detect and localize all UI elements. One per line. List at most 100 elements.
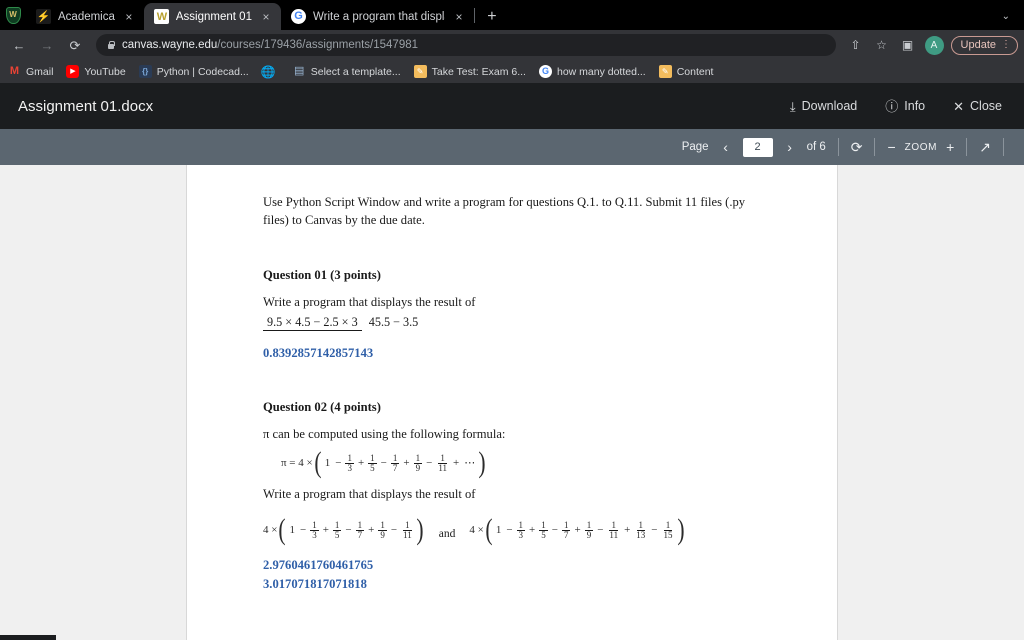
fraction-numerator: 1 bbox=[403, 520, 412, 532]
info-icon: ⓘ bbox=[885, 98, 899, 114]
bookmark-star-icon[interactable]: ☆ bbox=[870, 33, 894, 57]
rotate-icon[interactable]: ⟳ bbox=[851, 140, 863, 154]
close-button[interactable]: ✕ Close bbox=[953, 99, 1002, 113]
back-button[interactable]: ← bbox=[6, 32, 32, 58]
fraction-numerator: 1 bbox=[378, 520, 387, 532]
total-pages-label: of 6 bbox=[806, 141, 826, 153]
bookmark-youtube[interactable]: ▶ YouTube bbox=[66, 65, 126, 78]
math-operator: + bbox=[574, 523, 581, 536]
toolbar-divider bbox=[1003, 138, 1004, 156]
page-number-input[interactable]: 2 bbox=[742, 137, 773, 157]
fraction-denominator: 9 bbox=[415, 463, 421, 474]
math-fraction: 1 11 bbox=[401, 520, 414, 541]
fraction-denominator: 13 bbox=[636, 530, 646, 541]
math-operator: − bbox=[335, 456, 342, 469]
google-icon: G bbox=[538, 65, 552, 78]
bookmark-codecademy[interactable]: {} Python | Codecad... bbox=[138, 65, 249, 78]
info-button[interactable]: ⓘ Info bbox=[885, 99, 925, 113]
avatar[interactable]: A bbox=[924, 35, 944, 55]
download-label: Download bbox=[801, 99, 858, 113]
fraction-numerator: 1 bbox=[390, 453, 400, 465]
toolbar-divider bbox=[966, 138, 968, 156]
bookmark-label: Gmail bbox=[26, 65, 54, 78]
math-fraction: 1 11 bbox=[436, 453, 449, 474]
bookmark-take-test-exam-6[interactable]: ✎ Take Test: Exam 6... bbox=[413, 65, 526, 78]
math-term: 1 bbox=[495, 523, 502, 536]
bottom-strip bbox=[0, 635, 56, 640]
fullscreen-icon[interactable]: ↗ bbox=[979, 140, 991, 154]
toolbar-divider bbox=[874, 138, 876, 156]
chevron-down-icon[interactable]: ⌄ bbox=[996, 11, 1016, 22]
formula-a: 4 × ( 1−1 3 +1 5−1 7 +1 9−1 11 ) bbox=[263, 513, 425, 547]
question-02-formulas: 4 × ( 1−1 3 +1 5−1 7 +1 9−1 11 ) and 4 × ( 1−1 3… bbox=[263, 513, 763, 547]
forward-button[interactable]: → bbox=[34, 32, 60, 58]
bookmark-globe[interactable]: 🌐 bbox=[261, 65, 280, 78]
bookmark-gmail[interactable]: M Gmail bbox=[8, 65, 54, 78]
bookmark-select-a-template[interactable]: ▤ Select a template... bbox=[293, 65, 401, 78]
academica-icon: ⚡ bbox=[36, 9, 51, 24]
formula-a-terms: 1−1 3 +1 5−1 7 +1 9−1 11 bbox=[287, 520, 414, 541]
fraction-numerator: 1 bbox=[345, 453, 354, 465]
new-tab-button[interactable]: + bbox=[479, 4, 505, 30]
fraction-numerator: 1 bbox=[413, 453, 423, 465]
bookmark-label: Content bbox=[676, 65, 714, 78]
reload-button[interactable]: ⟳ bbox=[62, 32, 88, 58]
math-fraction: 1 15 bbox=[662, 520, 675, 541]
fraction-denominator: 5 bbox=[334, 530, 340, 541]
lock-icon bbox=[107, 40, 115, 50]
preview-actions: ⤓ Download ⓘ Info ✕ Close bbox=[790, 99, 1024, 113]
question-02-heading: Question 02 (4 points) bbox=[263, 400, 381, 415]
formula-b-terms: 1−1 3 +1 5−1 7 +1 9−1 11 +1 13−1 15 bbox=[494, 520, 676, 541]
wayne-state-shield-icon: W bbox=[0, 0, 26, 30]
math-operator: + bbox=[368, 523, 375, 536]
tab-title: Academica bbox=[58, 10, 115, 23]
bookmark-label: Python | Codecad... bbox=[156, 65, 249, 78]
fraction-numerator: 1 bbox=[368, 453, 377, 465]
bookmark-content[interactable]: ✎ Content bbox=[658, 65, 714, 78]
share-icon[interactable]: ⇧ bbox=[844, 33, 868, 57]
google-icon: G bbox=[290, 9, 306, 24]
math-operator: − bbox=[551, 523, 558, 536]
previous-page-button[interactable]: ‹ bbox=[718, 140, 734, 154]
fraction-denominator: 3 bbox=[347, 463, 352, 474]
formula-a-lhs: 4 × bbox=[263, 524, 278, 537]
math-fraction: 1 11 bbox=[607, 520, 620, 541]
close-paren: ) bbox=[416, 513, 424, 547]
math-fraction: 17 bbox=[561, 520, 571, 541]
fraction-numerator: 1 bbox=[539, 520, 548, 532]
bookmark-how-many-dotted[interactable]: G how many dotted... bbox=[538, 65, 646, 78]
browser-tab-search-result[interactable]: G Write a program that displays t × bbox=[280, 3, 474, 30]
update-button[interactable]: Update ⋮ bbox=[950, 35, 1018, 55]
math-operator: − bbox=[299, 523, 307, 536]
conjunction: and bbox=[438, 528, 456, 541]
close-label: Close bbox=[970, 99, 1002, 113]
question-02-intro: π can be computed using the following fo… bbox=[263, 427, 506, 442]
zoom-out-button[interactable]: − bbox=[887, 140, 895, 154]
math-operator: − bbox=[380, 456, 387, 469]
download-button[interactable]: ⤓ Download bbox=[790, 99, 857, 113]
preview-header: Assignment 01.docx ⤓ Download ⓘ Info ✕ C… bbox=[0, 83, 1024, 129]
close-icon[interactable]: × bbox=[259, 10, 273, 24]
close-paren: ) bbox=[478, 446, 486, 480]
formula-b: 4 × ( 1−1 3 +1 5−1 7 +1 9−1 11 +1 13−1 15 ) bbox=[469, 513, 685, 547]
side-panel-icon[interactable]: ▣ bbox=[896, 33, 920, 57]
fraction-denominator: 7 bbox=[392, 463, 398, 474]
question-01-prompt: Write a program that displays the result… bbox=[263, 294, 476, 309]
browser-tab-assignment-01[interactable]: W Assignment 01 × bbox=[143, 3, 281, 30]
address-bar[interactable]: canvas.wayne.edu/courses/179436/assignme… bbox=[96, 34, 836, 56]
zoom-controls: − ZOOM + bbox=[887, 140, 954, 154]
document-intro: Use Python Script Window and write a pro… bbox=[263, 195, 746, 228]
close-icon[interactable]: × bbox=[122, 10, 136, 24]
zoom-in-button[interactable]: + bbox=[946, 140, 954, 154]
math-fraction: 19 bbox=[378, 520, 387, 541]
kebab-icon[interactable]: ⋮ bbox=[1001, 40, 1011, 50]
close-paren: ) bbox=[676, 513, 685, 547]
tab-divider bbox=[473, 7, 475, 23]
fraction-denominator: 7 bbox=[563, 530, 569, 541]
open-paren: ( bbox=[278, 513, 287, 547]
next-page-button[interactable]: › bbox=[782, 140, 798, 154]
close-icon[interactable]: × bbox=[452, 10, 466, 24]
open-paren: ( bbox=[485, 513, 493, 547]
math-fraction: 13 bbox=[345, 453, 354, 474]
browser-tab-academica[interactable]: ⚡ Academica × bbox=[26, 3, 144, 30]
